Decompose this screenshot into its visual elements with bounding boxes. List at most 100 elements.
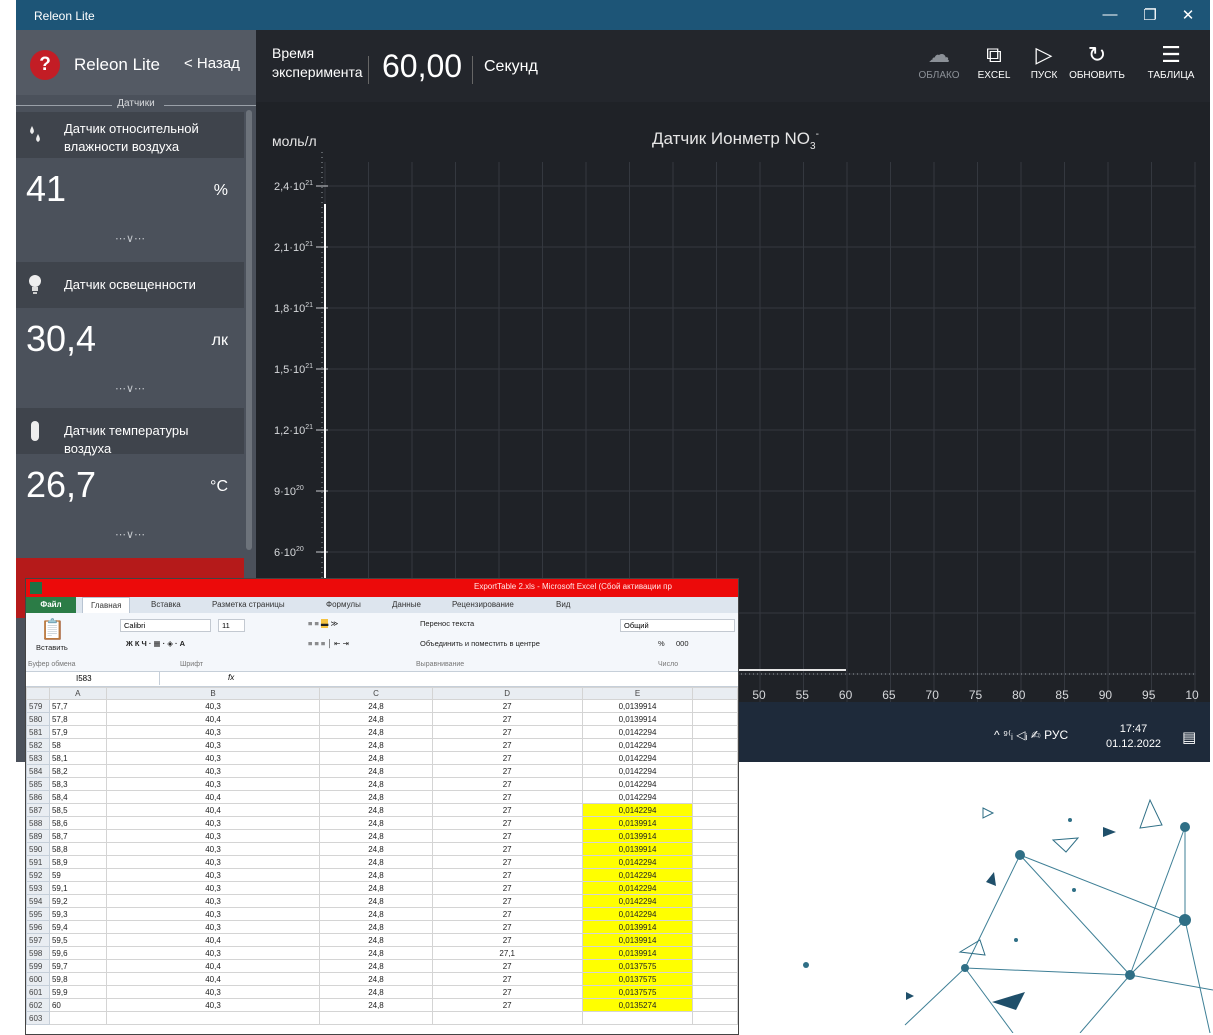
- table-cell[interactable]: 24,8: [319, 764, 433, 778]
- table-cell[interactable]: 27: [431, 855, 583, 869]
- table-cell[interactable]: 0,0139914: [581, 699, 694, 713]
- table-row[interactable]: 597 59,5 40,4 24,8 27 0,0139914: [26, 933, 738, 947]
- table-cell[interactable]: 40,4: [105, 959, 321, 973]
- table-cell[interactable]: 24,8: [319, 998, 433, 1012]
- table-cell[interactable]: 27: [431, 985, 583, 999]
- row-number[interactable]: 600: [26, 972, 50, 986]
- align-top-buttons[interactable]: ≡ ≡ ▬ ≫: [308, 619, 338, 628]
- table-row[interactable]: 595 59,3 40,3 24,8 27 0,0142294: [26, 907, 738, 921]
- table-cell[interactable]: 27: [431, 920, 583, 934]
- table-cell[interactable]: 27: [431, 712, 583, 726]
- table-row[interactable]: 589 58,7 40,3 24,8 27 0,0139914: [26, 829, 738, 843]
- row-number[interactable]: 594: [26, 894, 50, 908]
- table-cell[interactable]: 59,4: [48, 920, 107, 934]
- table-cell[interactable]: 40,3: [105, 725, 321, 739]
- row-number[interactable]: 590: [26, 842, 50, 856]
- minimize-button[interactable]: —: [1098, 6, 1122, 23]
- table-cell[interactable]: 27: [431, 972, 583, 986]
- table-cell[interactable]: 59,9: [48, 985, 107, 999]
- table-cell[interactable]: [692, 790, 738, 804]
- table-cell[interactable]: 0,0137575: [581, 985, 694, 999]
- table-row[interactable]: 600 59,8 40,4 24,8 27 0,0137575: [26, 972, 738, 986]
- row-number[interactable]: 584: [26, 764, 50, 778]
- table-cell[interactable]: 59,8: [48, 972, 107, 986]
- table-cell[interactable]: 27: [431, 907, 583, 921]
- table-cell[interactable]: 24,8: [319, 920, 433, 934]
- table-row[interactable]: 584 58,2 40,3 24,8 27 0,0142294: [26, 764, 738, 778]
- column-header[interactable]: A: [48, 687, 107, 700]
- table-cell[interactable]: [431, 1011, 583, 1025]
- table-cell[interactable]: 59: [48, 868, 107, 882]
- table-cell[interactable]: 57,8: [48, 712, 107, 726]
- table-cell[interactable]: 24,8: [319, 738, 433, 752]
- table-cell[interactable]: 40,3: [105, 907, 321, 921]
- table-cell[interactable]: 58,1: [48, 751, 107, 765]
- table-cell[interactable]: 24,8: [319, 972, 433, 986]
- row-number[interactable]: 587: [26, 803, 50, 817]
- table-cell[interactable]: 27: [431, 699, 583, 713]
- tab-file[interactable]: Файл: [26, 597, 76, 613]
- table-cell[interactable]: 24,8: [319, 803, 433, 817]
- table-cell[interactable]: [48, 1011, 107, 1025]
- align-buttons[interactable]: ≡ ≡ ≡ │ ⇤ ⇥: [308, 639, 349, 648]
- table-row[interactable]: 582 58 40,3 24,8 27 0,0142294: [26, 738, 738, 752]
- table-cell[interactable]: 24,8: [319, 868, 433, 882]
- row-number[interactable]: 593: [26, 881, 50, 895]
- row-number[interactable]: 581: [26, 725, 50, 739]
- table-cell[interactable]: [692, 777, 738, 791]
- table-cell[interactable]: 24,8: [319, 751, 433, 765]
- expand-chevron-icon[interactable]: ⋯∨⋯: [16, 528, 244, 541]
- table-cell[interactable]: 40,3: [105, 985, 321, 999]
- table-cell[interactable]: 57,7: [48, 699, 107, 713]
- table-cell[interactable]: 24,8: [319, 959, 433, 973]
- table-cell[interactable]: 40,3: [105, 894, 321, 908]
- table-row[interactable]: 591 58,9 40,3 24,8 27 0,0142294: [26, 855, 738, 869]
- number-format-select[interactable]: Общий: [620, 619, 735, 632]
- column-header[interactable]: E: [581, 687, 694, 700]
- table-cell[interactable]: 24,8: [319, 946, 433, 960]
- table-cell[interactable]: 59,1: [48, 881, 107, 895]
- wrap-text-button[interactable]: Перенос текста: [420, 619, 474, 628]
- row-number[interactable]: 601: [26, 985, 50, 999]
- table-cell[interactable]: 40,3: [105, 699, 321, 713]
- table-row[interactable]: 596 59,4 40,3 24,8 27 0,0139914: [26, 920, 738, 934]
- restore-button[interactable]: ❐: [1138, 6, 1162, 24]
- table-cell[interactable]: [692, 803, 738, 817]
- table-row[interactable]: 599 59,7 40,4 24,8 27 0,0137575: [26, 959, 738, 973]
- table-cell[interactable]: 40,4: [105, 933, 321, 947]
- table-cell[interactable]: 57,9: [48, 725, 107, 739]
- table-row[interactable]: 593 59,1 40,3 24,8 27 0,0142294: [26, 881, 738, 895]
- table-cell[interactable]: [692, 881, 738, 895]
- table-cell[interactable]: 0,0142294: [581, 725, 694, 739]
- table-cell[interactable]: 0,0142294: [581, 803, 694, 817]
- thousands-button[interactable]: 000: [676, 639, 689, 648]
- table-cell[interactable]: 40,3: [105, 855, 321, 869]
- row-number[interactable]: 595: [26, 907, 50, 921]
- table-cell[interactable]: 24,8: [319, 933, 433, 947]
- spreadsheet-grid[interactable]: A B C D E 579 57,7 40,3 24,8 27 0,0139914 580 5…: [26, 687, 738, 1025]
- table-row[interactable]: 590 58,8 40,3 24,8 27 0,0139914: [26, 842, 738, 856]
- table-cell[interactable]: 0,0142294: [581, 790, 694, 804]
- tab-page-layout[interactable]: Разметка страницы: [212, 600, 285, 609]
- table-cell[interactable]: 27: [431, 881, 583, 895]
- data-table[interactable]: A B C D E 579 57,7 40,3 24,8 27 0,0139914 580 5…: [26, 687, 738, 1025]
- table-cell[interactable]: [319, 1011, 433, 1025]
- table-row[interactable]: 585 58,3 40,3 24,8 27 0,0142294: [26, 777, 738, 791]
- table-cell[interactable]: [692, 855, 738, 869]
- table-cell[interactable]: 40,4: [105, 803, 321, 817]
- column-header[interactable]: [692, 687, 738, 700]
- table-cell[interactable]: 24,8: [319, 855, 433, 869]
- table-row[interactable]: 602 60 40,3 24,8 27 0,0135274: [26, 998, 738, 1012]
- table-cell[interactable]: 0,0142294: [581, 738, 694, 752]
- table-cell[interactable]: 58,7: [48, 829, 107, 843]
- table-cell[interactable]: [692, 712, 738, 726]
- start-button[interactable]: ▷ ПУСК: [1028, 40, 1060, 81]
- table-row[interactable]: 583 58,1 40,3 24,8 27 0,0142294: [26, 751, 738, 765]
- fx-icon[interactable]: fx: [228, 673, 234, 682]
- table-cell[interactable]: [692, 751, 738, 765]
- tab-insert[interactable]: Вставка: [151, 600, 181, 609]
- table-cell[interactable]: 27: [431, 777, 583, 791]
- row-number[interactable]: 602: [26, 998, 50, 1012]
- table-cell[interactable]: 27: [431, 790, 583, 804]
- name-box[interactable]: I583: [40, 672, 160, 685]
